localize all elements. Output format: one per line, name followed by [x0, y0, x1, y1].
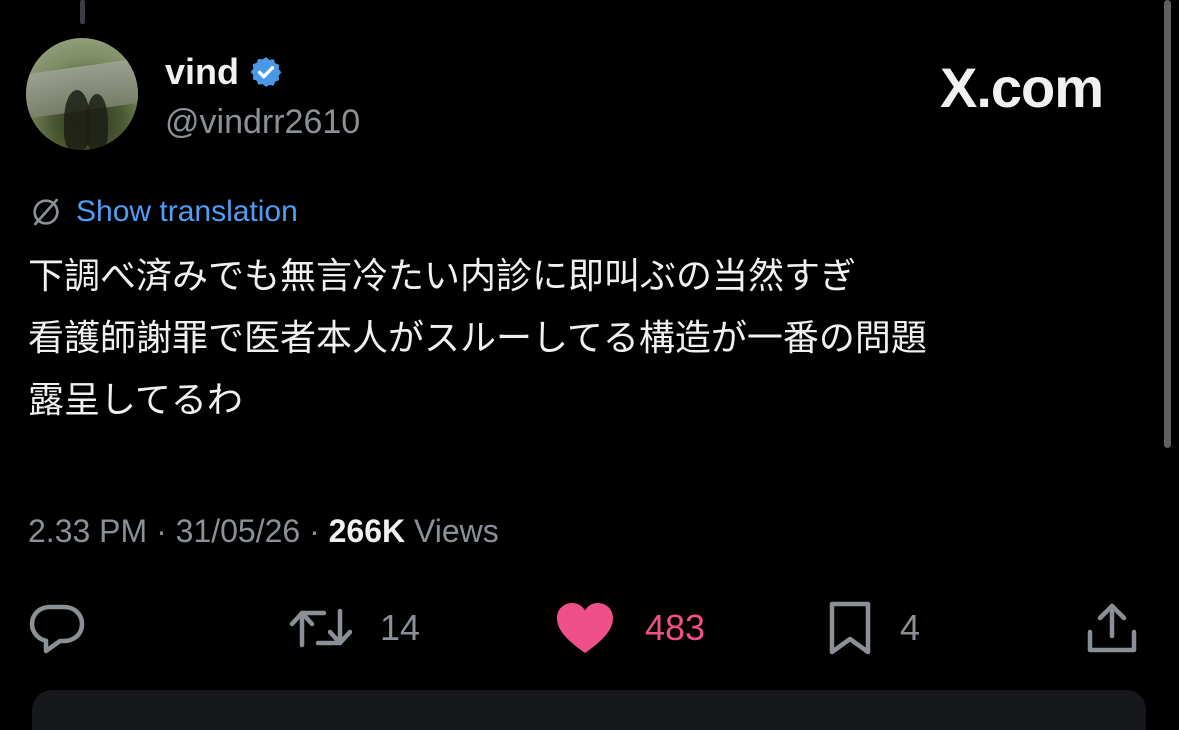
bookmark-button[interactable]: 4: [826, 598, 920, 658]
share-button[interactable]: [1084, 598, 1140, 658]
x-com-watermark: X.com: [940, 56, 1104, 119]
like-count: 483: [645, 607, 706, 648]
bookmark-count: 4: [900, 607, 921, 648]
views-count[interactable]: 266K: [329, 513, 406, 549]
globe-slash-icon: [33, 198, 59, 226]
meta-separator: ·: [156, 513, 167, 549]
thread-connector-line: [80, 0, 85, 24]
repost-button[interactable]: 14: [288, 598, 420, 658]
show-translation-row[interactable]: Show translation: [30, 192, 298, 232]
meta-separator: ·: [309, 513, 320, 549]
tweet-meta: 2.33 PM · 31/05/26 · 266K Views: [28, 508, 499, 554]
tweet-date[interactable]: 31/05/26: [176, 513, 301, 549]
scrollbar[interactable]: [1164, 0, 1171, 448]
avatar[interactable]: [26, 38, 138, 150]
author-handle[interactable]: @vindrr2610: [165, 100, 360, 144]
tweet-time[interactable]: 2.33 PM: [28, 513, 147, 549]
share-icon: [1087, 603, 1137, 653]
author-display-name[interactable]: vind: [165, 50, 239, 94]
show-translation-link[interactable]: Show translation: [76, 192, 298, 232]
repost-icon: [289, 608, 353, 648]
tweet-text: 下調べ済みでも無言冷たい内診に即叫ぶの当然すぎ 看護師謝罪で医者本人がスルーして…: [28, 246, 1158, 432]
like-button[interactable]: 483: [555, 598, 705, 658]
bookmark-icon: [829, 601, 871, 655]
tweet-line: 下調べ済みでも無言冷たい内診に即叫ぶの当然すぎ: [28, 256, 857, 297]
heart-icon: [557, 603, 613, 653]
reply-button[interactable]: [28, 598, 86, 658]
reply-compose-bar[interactable]: [32, 690, 1146, 730]
author-name-row: vind: [165, 50, 283, 94]
verified-badge-icon: [250, 57, 282, 87]
reply-bubble-icon: [29, 604, 85, 654]
views-label: Views: [414, 513, 499, 549]
tweet-line: 露呈してるわ: [28, 380, 243, 421]
repost-count: 14: [380, 607, 421, 648]
tweet-line: 看護師謝罪で医者本人がスルーしてる構造が一番の問題: [28, 318, 927, 359]
